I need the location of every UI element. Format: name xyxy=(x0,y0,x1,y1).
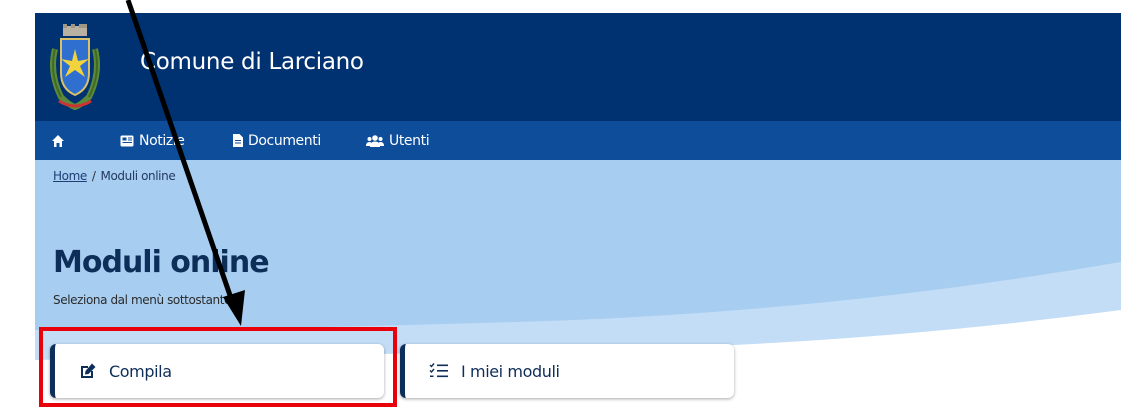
document-icon xyxy=(233,134,243,147)
breadcrumb-home-link[interactable]: Home xyxy=(53,169,87,183)
home-icon xyxy=(52,134,64,147)
breadcrumb-separator: / xyxy=(91,169,96,183)
nav-item-utenti[interactable]: Utenti xyxy=(366,121,430,160)
nav-item-label: Utenti xyxy=(389,132,430,149)
nav-item-documenti[interactable]: Documenti xyxy=(233,121,321,160)
i-miei-moduli-label: I miei moduli xyxy=(461,361,560,381)
nav-item-label: Documenti xyxy=(248,132,321,149)
page: Comune di Larciano Notizie Documenti Ute… xyxy=(0,0,1121,410)
highlight-box xyxy=(39,327,397,407)
nav-item-label: Notizie xyxy=(139,132,185,149)
main-nav: Notizie Documenti Utenti xyxy=(35,121,1121,160)
site-title[interactable]: Comune di Larciano xyxy=(140,49,364,75)
coat-of-arms-icon[interactable] xyxy=(49,23,101,111)
nav-item-notizie[interactable]: Notizie xyxy=(120,121,185,160)
page-subtitle: Seleziona dal menù sottostante xyxy=(53,293,232,307)
checklist-icon xyxy=(429,363,448,378)
i-miei-moduli-button[interactable]: I miei moduli xyxy=(400,344,734,398)
nav-item-home[interactable] xyxy=(51,121,70,160)
site-header: Comune di Larciano xyxy=(35,13,1121,121)
breadcrumb-current: Moduli online xyxy=(100,169,176,183)
newspaper-icon xyxy=(120,135,134,146)
page-title: Moduli online xyxy=(53,245,270,280)
breadcrumb: Home / Moduli online xyxy=(53,169,176,183)
users-icon xyxy=(366,134,384,147)
